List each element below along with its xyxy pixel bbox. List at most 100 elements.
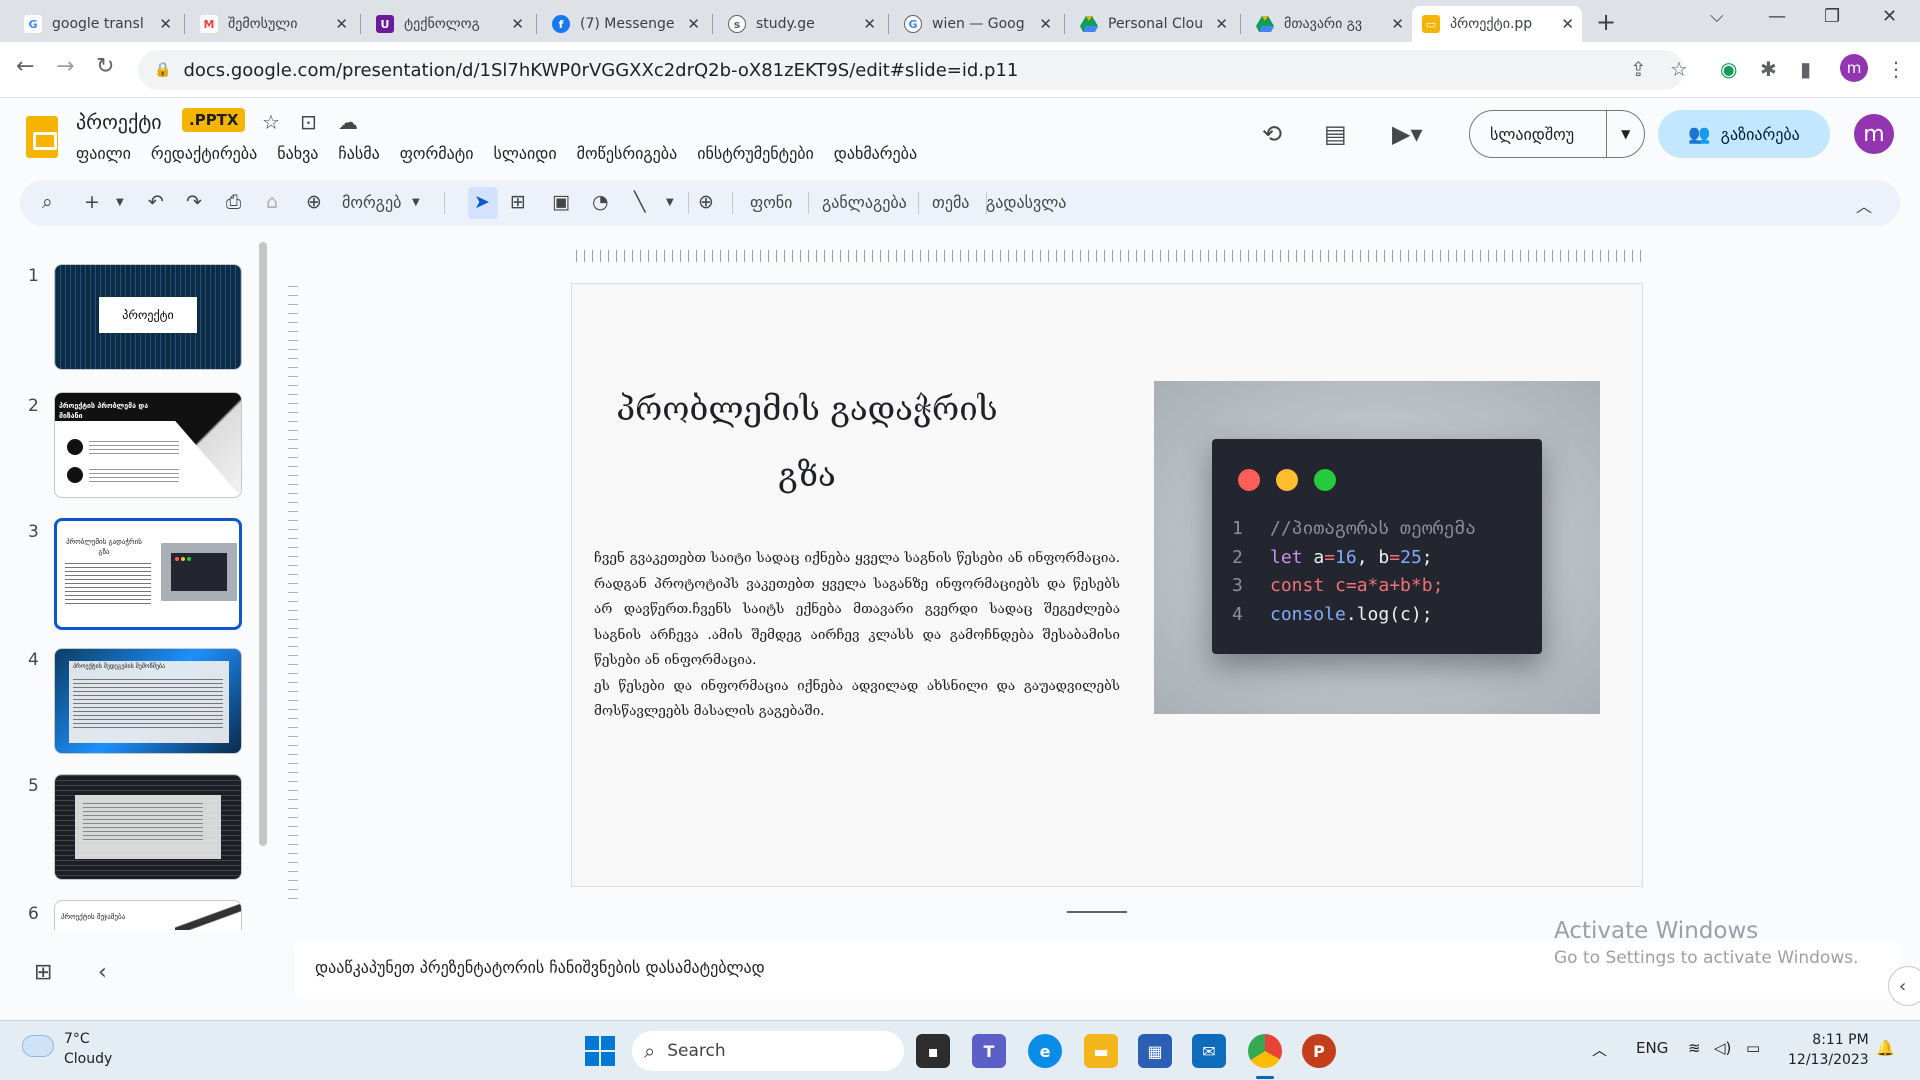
battery-icon[interactable]: ▭ [1746, 1039, 1760, 1057]
taskbar-search[interactable]: ⌕ Search [632, 1031, 904, 1071]
filmstrip-scrollbar[interactable] [259, 242, 267, 846]
edge-icon[interactable]: e [1028, 1034, 1062, 1068]
move-folder-icon[interactable]: ⊡ [300, 110, 317, 134]
browser-tab[interactable]: მთავარი გვ ✕ [1246, 6, 1412, 42]
star-icon[interactable]: ☆ [262, 110, 280, 134]
browser-tab[interactable]: G google transl ✕ [14, 6, 180, 42]
grid-view-icon[interactable]: ⊞ [34, 960, 52, 985]
menu-view[interactable]: ნახვა [277, 144, 318, 163]
browser-tab[interactable]: M შემოსული ✕ [190, 6, 356, 42]
slide-thumbnail-4[interactable]: პროექტის შედეგების შემოწმება [54, 648, 242, 754]
paint-format-icon[interactable]: ⌂ [266, 191, 278, 213]
chevron-down-icon[interactable]: ▼ [116, 197, 124, 208]
star-icon[interactable]: ☆ [1670, 57, 1688, 81]
slide-thumbnail-1[interactable]: პროექტი [54, 264, 242, 370]
collapse-filmstrip-icon[interactable]: ‹ [98, 960, 107, 985]
close-icon[interactable]: ✕ [511, 15, 524, 33]
code-image[interactable]: 1//პითაგორას თეორემა 2 let a=16, b=25; 3c… [1154, 381, 1600, 714]
version-history-icon[interactable]: ⟲ [1262, 120, 1282, 148]
grammarly-extension-icon[interactable]: ◉ [1720, 57, 1737, 81]
volume-icon[interactable]: ◁) [1714, 1039, 1731, 1057]
task-view-icon[interactable]: ▪ [916, 1034, 950, 1068]
windows-start-icon[interactable] [585, 1036, 615, 1066]
notes-resize-handle[interactable] [1067, 911, 1127, 913]
close-icon[interactable]: ✕ [159, 15, 172, 33]
file-explorer-icon[interactable]: ▬ [1084, 1034, 1118, 1068]
slide-thumbnail-2[interactable]: პროექტის პრობლემა და მიზანი [54, 392, 242, 498]
close-icon[interactable]: ✕ [1391, 15, 1404, 33]
layout-button[interactable]: განლაგება [822, 193, 907, 212]
window-close-icon[interactable]: ✕ [1882, 6, 1897, 27]
close-icon[interactable]: ✕ [1039, 15, 1052, 33]
menu-tools[interactable]: ინსტრუმენტები [697, 144, 814, 163]
share-button[interactable]: 👥 გაზიარება [1658, 110, 1830, 158]
collapse-toolbar-icon[interactable]: ︿ [1856, 193, 1872, 217]
minimize-icon[interactable]: — [1768, 6, 1786, 27]
browser-menu-icon[interactable]: ⋮ [1886, 57, 1906, 81]
slideshow-button[interactable]: სლაიდშოუ ▼ [1469, 110, 1645, 158]
slide-body-text[interactable]: ჩვენ გვაკეთებთ საიტი სადაც იქნება ყველა … [594, 546, 1120, 725]
menu-slide[interactable]: სლაიდი [493, 144, 556, 163]
close-icon[interactable]: ✕ [687, 15, 700, 33]
chevron-down-icon[interactable]: ▼ [412, 197, 420, 208]
forward-icon[interactable]: → [56, 54, 74, 79]
shape-icon[interactable]: ◔ [592, 191, 609, 213]
browser-profile-avatar[interactable]: m [1840, 54, 1868, 82]
tab-search-icon[interactable]: ⌵ [1710, 6, 1724, 27]
new-slide-icon[interactable]: + [84, 191, 100, 213]
zoom-select[interactable]: მორგებ [342, 193, 401, 212]
notifications-icon[interactable]: 🔔 [1876, 1039, 1895, 1057]
show-hidden-icons-icon[interactable]: ︿ [1592, 1039, 1607, 1060]
redo-icon[interactable]: ↷ [186, 191, 202, 213]
menu-file[interactable]: ფაილი [76, 144, 131, 163]
menu-help[interactable]: დახმარება [834, 144, 917, 163]
menu-arrange[interactable]: მოწესრიგება [577, 144, 678, 163]
menu-insert[interactable]: ჩასმა [338, 144, 379, 163]
chevron-down-icon[interactable]: ▼ [1606, 111, 1644, 157]
browser-tab[interactable]: U ტექნოლოგ ✕ [366, 6, 532, 42]
side-panel-icon[interactable]: ▮ [1800, 57, 1811, 81]
slide-thumbnail-6[interactable]: პროექტის შეჯამება [54, 900, 242, 930]
weather-widget[interactable]: 7°C Cloudy [64, 1029, 112, 1069]
maximize-icon[interactable]: ❐ [1824, 6, 1840, 27]
close-icon[interactable]: ✕ [1215, 15, 1228, 33]
undo-icon[interactable]: ↶ [148, 191, 164, 213]
cloud-icon[interactable] [22, 1035, 54, 1057]
back-icon[interactable]: ← [16, 54, 34, 79]
close-icon[interactable]: ✕ [335, 15, 348, 33]
slides-logo-icon[interactable] [26, 116, 58, 158]
browser-tab[interactable]: s study.ge ✕ [718, 6, 884, 42]
language-indicator[interactable]: ENG [1636, 1039, 1668, 1057]
add-comment-icon[interactable]: ⊕ [698, 191, 714, 213]
powerpoint-icon[interactable]: P [1302, 1034, 1336, 1068]
line-icon[interactable]: ╲ [634, 191, 645, 213]
slide-thumbnail-3[interactable]: პრობლემის გადაჭრის გზა [54, 518, 242, 630]
transition-button[interactable]: გადასვლა [986, 193, 1066, 212]
store-icon[interactable]: ▦ [1138, 1034, 1172, 1068]
cloud-status-icon[interactable]: ☁ [338, 110, 358, 134]
browser-tab[interactable]: f (7) Messenge ✕ [542, 6, 708, 42]
slide-thumbnail-5[interactable] [54, 774, 242, 880]
mail-icon[interactable]: ✉ [1192, 1034, 1226, 1068]
new-tab-icon[interactable]: + [1596, 8, 1616, 36]
browser-tab[interactable]: G wien — Goog ✕ [894, 6, 1060, 42]
chrome-icon[interactable] [1248, 1034, 1282, 1068]
zoom-icon[interactable]: ⊕ [306, 191, 322, 213]
document-title[interactable]: პროექტი [76, 110, 162, 134]
share-page-icon[interactable]: ⇪ [1630, 57, 1647, 81]
comments-icon[interactable]: ▤ [1324, 120, 1347, 148]
slide-canvas[interactable]: პრობლემის გადაჭრის გზა ჩვენ გვაკეთებთ სა… [571, 283, 1643, 887]
print-icon[interactable]: ⎙ [226, 191, 241, 213]
menu-edit[interactable]: რედაქტირება [151, 144, 257, 163]
browser-tab-active[interactable]: ▭ პროექტი.pp ✕ [1412, 6, 1582, 42]
chevron-down-icon[interactable]: ▼ [666, 197, 674, 208]
wifi-icon[interactable]: ≋ [1688, 1039, 1701, 1057]
system-clock[interactable]: 8:11 PM 12/13/2023 [1788, 1030, 1869, 1070]
image-icon[interactable]: ▣ [552, 191, 570, 213]
text-box-icon[interactable]: ⊞ [510, 191, 526, 213]
extensions-icon[interactable]: ✱ [1760, 57, 1777, 81]
meet-icon[interactable]: ▶▾ [1392, 120, 1423, 148]
browser-tab[interactable]: Personal Clou ✕ [1070, 6, 1236, 42]
reload-icon[interactable]: ↻ [96, 54, 114, 79]
slide-title[interactable]: პრობლემის გადაჭრის გზა [612, 376, 1002, 508]
